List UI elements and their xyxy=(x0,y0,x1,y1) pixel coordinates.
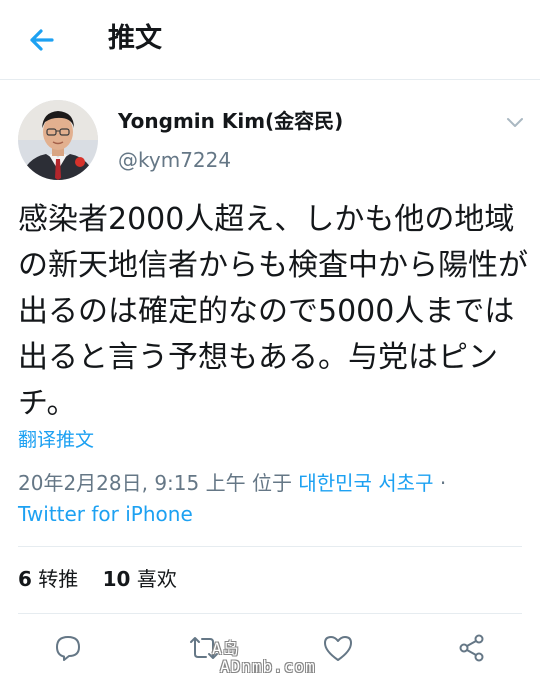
tweet-source-link[interactable]: Twitter for iPhone xyxy=(18,499,193,529)
retweets-stat[interactable]: 6 转推 xyxy=(18,564,78,594)
back-button[interactable] xyxy=(22,22,62,58)
share-icon xyxy=(459,634,484,662)
app-header: 推文 xyxy=(0,0,540,80)
translate-tweet-link[interactable]: 翻译推文 xyxy=(18,426,94,454)
tweet-stats: 6 转推 10 喜欢 xyxy=(18,564,177,594)
divider xyxy=(18,546,522,547)
page-title: 推文 xyxy=(108,23,162,54)
arrow-left-icon xyxy=(30,29,54,51)
watermark: A岛 ADnmb.com xyxy=(212,640,316,676)
author-handle[interactable]: @kym7224 xyxy=(118,146,231,174)
author-name[interactable]: Yongmin Kim(金容民) xyxy=(118,106,343,136)
like-button[interactable] xyxy=(320,630,356,666)
share-button[interactable] xyxy=(454,630,490,666)
likes-count: 10 xyxy=(102,567,131,591)
tweet-text: 感染者2000人超え、しかも他の地域の新天地信者からも検査中から陽性が出るのは確… xyxy=(18,202,528,421)
likes-label: 喜欢 xyxy=(136,567,177,591)
watermark-line-1: A岛 xyxy=(212,639,240,658)
likes-stat[interactable]: 10 喜欢 xyxy=(103,564,177,594)
watermark-line-2: ADnmb.com xyxy=(220,657,316,676)
more-options-button[interactable] xyxy=(500,110,530,134)
tweet-location-link[interactable]: 대한민국 서초구 xyxy=(298,471,433,495)
retweets-label: 转推 xyxy=(38,567,79,591)
divider xyxy=(18,613,522,614)
heart-icon xyxy=(324,636,352,661)
tweet-timestamp: 20年2月28日, 9:15 上午 xyxy=(18,471,246,495)
meta-separator: · xyxy=(439,471,447,495)
reply-icon xyxy=(56,636,80,661)
chevron-down-icon xyxy=(507,118,523,127)
reply-button[interactable] xyxy=(50,630,86,666)
location-prefix: 位于 xyxy=(251,471,292,495)
avatar[interactable] xyxy=(18,100,98,180)
profile-photo-icon xyxy=(18,100,98,180)
retweets-count: 6 xyxy=(18,567,32,591)
tweet-meta: 20年2月28日, 9:15 上午 位于 대한민국 서초구 · xyxy=(18,468,446,498)
